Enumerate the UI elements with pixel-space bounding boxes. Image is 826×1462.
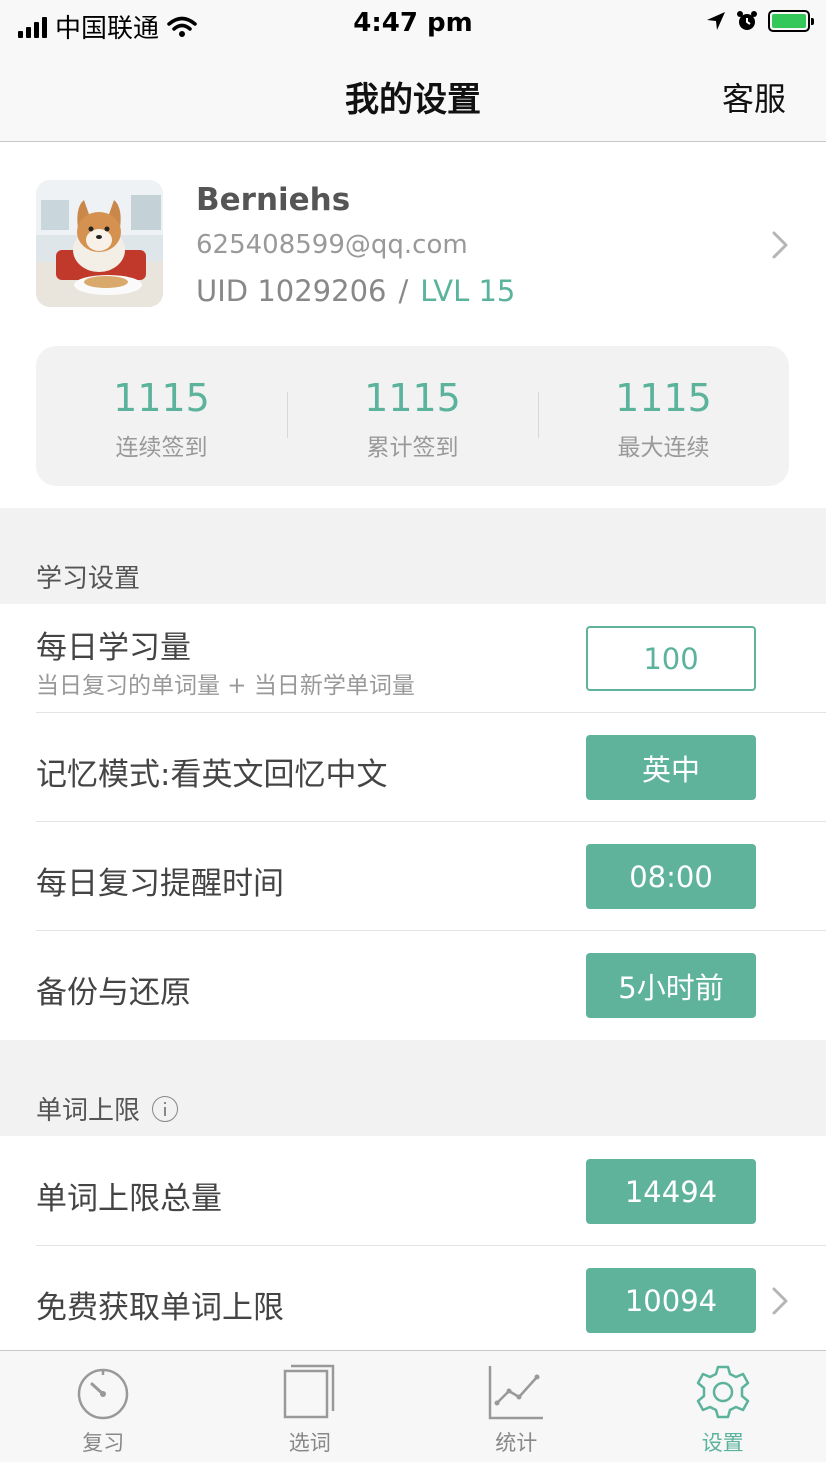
status-bar: 中国联通 4:47 pm <box>0 0 826 48</box>
tab-review[interactable]: 复习 <box>0 1351 207 1462</box>
word-limit-total-button[interactable]: 14494 <box>586 1159 756 1224</box>
row-backup-restore[interactable]: 备份与还原 5小时前 <box>0 931 826 1040</box>
status-time: 4:47 pm <box>353 8 473 38</box>
row-sublabel: 当日复习的单词量 + 当日新学单词量 <box>36 673 415 699</box>
row-memory-mode[interactable]: 记忆模式:看英文回忆中文 英中 <box>0 713 826 822</box>
page-title: 我的设置 <box>345 80 481 120</box>
alarm-icon <box>737 11 757 30</box>
chevron-right-icon <box>772 231 788 259</box>
row-reminder-time[interactable]: 每日复习提醒时间 08:00 <box>0 822 826 931</box>
tab-label: 复习 <box>82 1431 125 1455</box>
profile-level: LVL 15 <box>420 274 516 308</box>
uid-separator: / <box>398 274 409 308</box>
tab-settings[interactable]: 设置 <box>620 1351 826 1462</box>
stat-value: 1115 <box>113 376 210 420</box>
tab-label: 选词 <box>288 1431 331 1455</box>
section-title: 单词上限 <box>36 1096 141 1126</box>
info-icon[interactable] <box>152 1095 179 1122</box>
avatar <box>36 180 163 307</box>
row-label: 每日复习提醒时间 <box>36 866 284 902</box>
row-word-limit-total[interactable]: 单词上限总量 14494 <box>0 1137 826 1246</box>
row-label: 每日学习量 <box>36 630 191 666</box>
gear-icon <box>696 1365 749 1419</box>
memory-mode-button[interactable]: 英中 <box>586 735 756 800</box>
status-right <box>706 10 814 32</box>
row-label: 单词上限总量 <box>36 1181 222 1217</box>
row-free-word-limit[interactable]: 免费获取单词上限 10094 <box>0 1246 826 1355</box>
stat-value: 1115 <box>615 376 712 420</box>
backup-button[interactable]: 5小时前 <box>586 953 756 1018</box>
row-label: 备份与还原 <box>36 975 191 1011</box>
reminder-time-button[interactable]: 08:00 <box>586 844 756 909</box>
chevron-right-icon <box>772 1287 788 1315</box>
stat-label: 累计签到 <box>366 435 459 461</box>
stat-total: 1115 累计签到 <box>287 346 538 486</box>
tab-label: 统计 <box>495 1431 538 1455</box>
section-title-wrap: 单词上限 <box>36 1090 179 1127</box>
profile-card[interactable]: Berniehs 625408599@qq.com UID 1029206 / LV… <box>0 142 826 342</box>
daily-amount-button[interactable]: 100 <box>586 626 756 691</box>
section-title: 学习设置 <box>36 564 141 594</box>
tab-statistics[interactable]: 统计 <box>413 1351 620 1462</box>
customer-service-button[interactable]: 客服 <box>722 74 786 120</box>
chart-icon <box>489 1366 544 1420</box>
profile-email: 625408599@qq.com <box>196 230 468 260</box>
free-word-limit-button[interactable]: 10094 <box>586 1268 756 1333</box>
timer-icon <box>78 1368 129 1420</box>
section-header-study: 学习设置 <box>0 508 826 604</box>
row-label: 记忆模式:看英文回忆中文 <box>36 757 388 793</box>
nav-bar: 我的设置 客服 <box>0 48 826 142</box>
stat-max-streak: 1115 最大连续 <box>538 346 789 486</box>
profile-uid: UID 1029206 <box>196 274 387 308</box>
tab-select-words[interactable]: 选词 <box>207 1351 414 1462</box>
stat-value: 1115 <box>364 376 461 420</box>
stat-consecutive: 1115 连续签到 <box>36 346 287 486</box>
stat-label: 最大连续 <box>617 435 710 461</box>
row-daily-amount[interactable]: 每日学习量 当日复习的单词量 + 当日新学单词量 100 <box>0 604 826 713</box>
row-label: 免费获取单词上限 <box>36 1290 284 1326</box>
tab-label: 设置 <box>701 1431 744 1455</box>
section-header-word-limit: 单词上限 <box>0 1040 826 1136</box>
cards-icon <box>283 1364 334 1419</box>
checkin-stats: 1115 连续签到 1115 累计签到 1115 最大连续 <box>36 346 789 486</box>
tab-bar: 复习 选词 统计 设置 <box>0 1350 826 1462</box>
profile-name: Berniehs <box>196 182 351 218</box>
profile-uid-line: UID 1029206 / LVL 15 <box>196 274 515 308</box>
battery-icon <box>768 10 814 32</box>
stat-label: 连续签到 <box>115 435 208 461</box>
location-arrow-icon <box>707 12 725 30</box>
